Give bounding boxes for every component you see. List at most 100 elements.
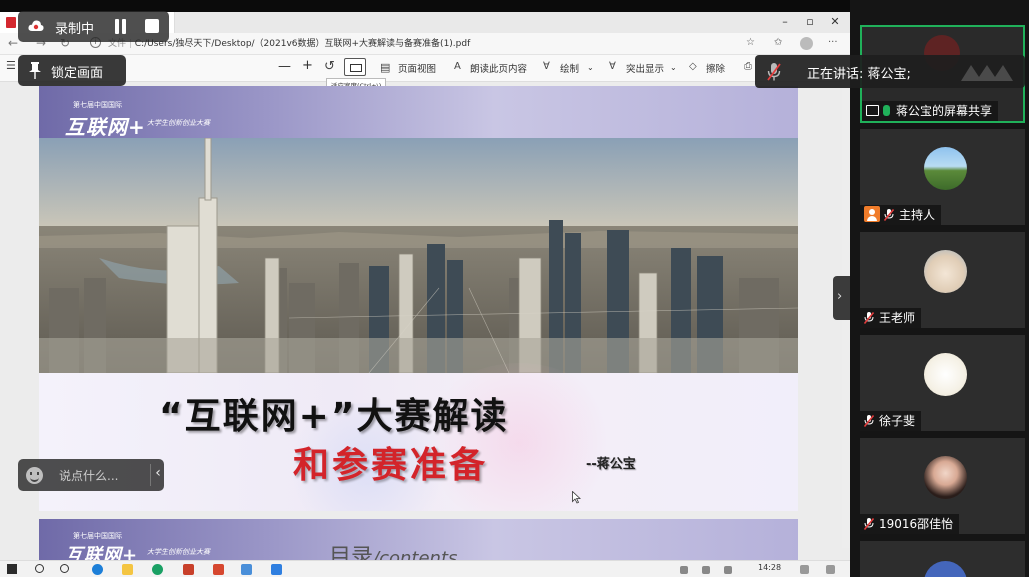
avatar: [924, 456, 967, 499]
highlight-chevron-icon[interactable]: ⌄: [670, 63, 677, 72]
notification-icon[interactable]: [800, 565, 809, 574]
tray-icon-2[interactable]: [702, 566, 710, 574]
avatar: [924, 147, 967, 190]
draw-icon: ∀: [543, 61, 550, 72]
meeting-app-icon[interactable]: [271, 564, 282, 575]
mic-muted-icon: [863, 310, 875, 325]
participant-name: 19016邵佳怡: [879, 517, 954, 531]
collections-icon[interactable]: ✩: [774, 37, 782, 48]
tray-icon-3[interactable]: [724, 566, 732, 574]
contents-heading-en: /contents: [373, 548, 458, 560]
mouse-cursor-icon: [572, 491, 581, 504]
draw-chevron-icon[interactable]: ⌄: [587, 63, 594, 72]
explorer-icon[interactable]: [122, 564, 133, 575]
avatar: [924, 250, 967, 293]
participant-name: 主持人: [899, 208, 936, 222]
close-icon[interactable]: ✕: [828, 15, 842, 28]
mic-muted-icon: [863, 413, 875, 428]
read-aloud-button[interactable]: 朗读此页内容: [470, 61, 527, 75]
fit-width-button[interactable]: [344, 58, 366, 76]
lock-screen-label: 锁定画面: [51, 66, 104, 81]
powerpoint-icon[interactable]: [183, 564, 194, 575]
zoom-out-button[interactable]: —: [278, 59, 291, 74]
draw-button[interactable]: 绘制: [560, 61, 579, 75]
lock-screen-button[interactable]: 锁定画面: [18, 55, 126, 86]
edge-icon[interactable]: [92, 564, 103, 575]
page-view-button[interactable]: 页面视图: [398, 61, 436, 75]
participant-name-bar: 徐子斐: [860, 411, 922, 431]
favorite-icon[interactable]: ☆: [746, 37, 755, 48]
participant-name: 蒋公宝的屏幕共享: [896, 104, 993, 118]
participant-name-bar: 主持人: [860, 205, 942, 225]
contents-icon[interactable]: ☰: [6, 59, 16, 72]
chevron-right-icon: ›: [837, 289, 843, 304]
back-icon[interactable]: ←: [8, 36, 18, 50]
participant-tile-member[interactable]: 徐子斐: [860, 335, 1025, 431]
start-icon[interactable]: [7, 564, 17, 574]
erase-button[interactable]: 擦除: [706, 61, 725, 75]
profile-icon[interactable]: [800, 37, 813, 50]
chat-divider: [150, 464, 151, 486]
calculator-icon[interactable]: [241, 564, 252, 575]
participant-tile-member[interactable]: 王老师: [860, 232, 1025, 328]
competition-logo-text: 互联网+: [65, 545, 139, 560]
participant-name-bar: 蒋公宝的屏幕共享: [862, 101, 999, 121]
city-skyline-photo: [39, 138, 798, 373]
host-badge-icon: [864, 206, 880, 222]
slide-title-line-2: 和参赛准备: [293, 445, 489, 486]
more-icon[interactable]: ···: [828, 37, 838, 48]
slide-contents: 第七届中国国际 互联网+ 大学生创新创业大赛 目录/contents: [39, 519, 798, 560]
recording-status: 录制中: [55, 22, 95, 37]
stop-recording-button[interactable]: [145, 19, 159, 33]
avatar: [924, 561, 967, 577]
chat-placeholder[interactable]: 说点什么...: [59, 467, 118, 484]
meeting-logo-icon: [961, 65, 1013, 81]
competition-edition: 第七届中国国际: [73, 532, 122, 540]
action-center-icon[interactable]: [826, 565, 835, 574]
chat-input-box[interactable]: 说点什么... ‹: [18, 459, 164, 491]
participant-tile-member[interactable]: 19016邵佳怡: [860, 438, 1025, 534]
competition-edition: 第七届中国国际: [73, 101, 122, 109]
search-icon[interactable]: [35, 564, 44, 573]
pin-icon: [29, 62, 41, 79]
slide-cover: 第七届中国国际 互联网+ 大学生创新创业大赛 “互联网+”大赛解读 和参赛准备 …: [39, 86, 798, 511]
office-icon[interactable]: [213, 564, 224, 575]
cloud-record-icon: [28, 20, 44, 31]
avatar: [924, 353, 967, 396]
participant-tile-partial[interactable]: [860, 541, 1025, 577]
expand-panel-button[interactable]: ›: [833, 276, 850, 320]
competition-logo-text: 互联网+: [65, 115, 146, 139]
skyline-illustration: [39, 138, 798, 373]
recording-control: 录制中: [18, 11, 169, 42]
participant-name: 徐子斐: [879, 414, 916, 428]
competition-subtitle: 大学生创新创业大赛: [147, 548, 210, 556]
screen-share-icon: [866, 105, 879, 116]
address-path: C:/Users/独尽天下/Desktop/（2021v6数据）互联网+大赛解读…: [134, 39, 471, 49]
highlight-button[interactable]: 突出显示: [626, 61, 664, 75]
participant-name-bar: 王老师: [860, 308, 922, 328]
taskbar-clock[interactable]: 14:28: [758, 563, 781, 572]
mic-muted-icon: [863, 516, 875, 531]
speaking-label: 正在讲话: 蒋公宝;: [807, 67, 911, 82]
minimize-icon[interactable]: –: [778, 15, 792, 28]
cortana-icon[interactable]: [60, 564, 69, 573]
participant-name-bar: 19016邵佳怡: [860, 514, 960, 534]
participant-tile-host[interactable]: 主持人: [860, 129, 1025, 225]
windows-taskbar: 14:28: [0, 560, 850, 577]
rotate-icon[interactable]: ↺: [324, 59, 335, 74]
emoji-icon[interactable]: [26, 467, 43, 484]
slide2-header-banner: 第七届中国国际 互联网+ 大学生创新创业大赛 目录/contents: [39, 519, 798, 560]
print-icon[interactable]: ⎙: [744, 61, 752, 72]
mic-muted-icon: [883, 207, 895, 222]
chevron-left-icon[interactable]: ‹: [152, 465, 164, 481]
pause-recording-button[interactable]: [114, 19, 128, 34]
pdf-file-icon: [6, 17, 16, 28]
zoom-in-button[interactable]: +: [302, 58, 313, 73]
slide-header-banner: 第七届中国国际 互联网+ 大学生创新创业大赛: [39, 86, 798, 139]
tray-icon-1[interactable]: [680, 566, 688, 574]
read-aloud-icon: A: [454, 61, 461, 72]
browser-icon[interactable]: [152, 564, 163, 575]
competition-subtitle: 大学生创新创业大赛: [147, 119, 210, 127]
highlight-icon: ∀: [609, 61, 616, 72]
maximize-icon[interactable]: ▫: [803, 15, 817, 28]
